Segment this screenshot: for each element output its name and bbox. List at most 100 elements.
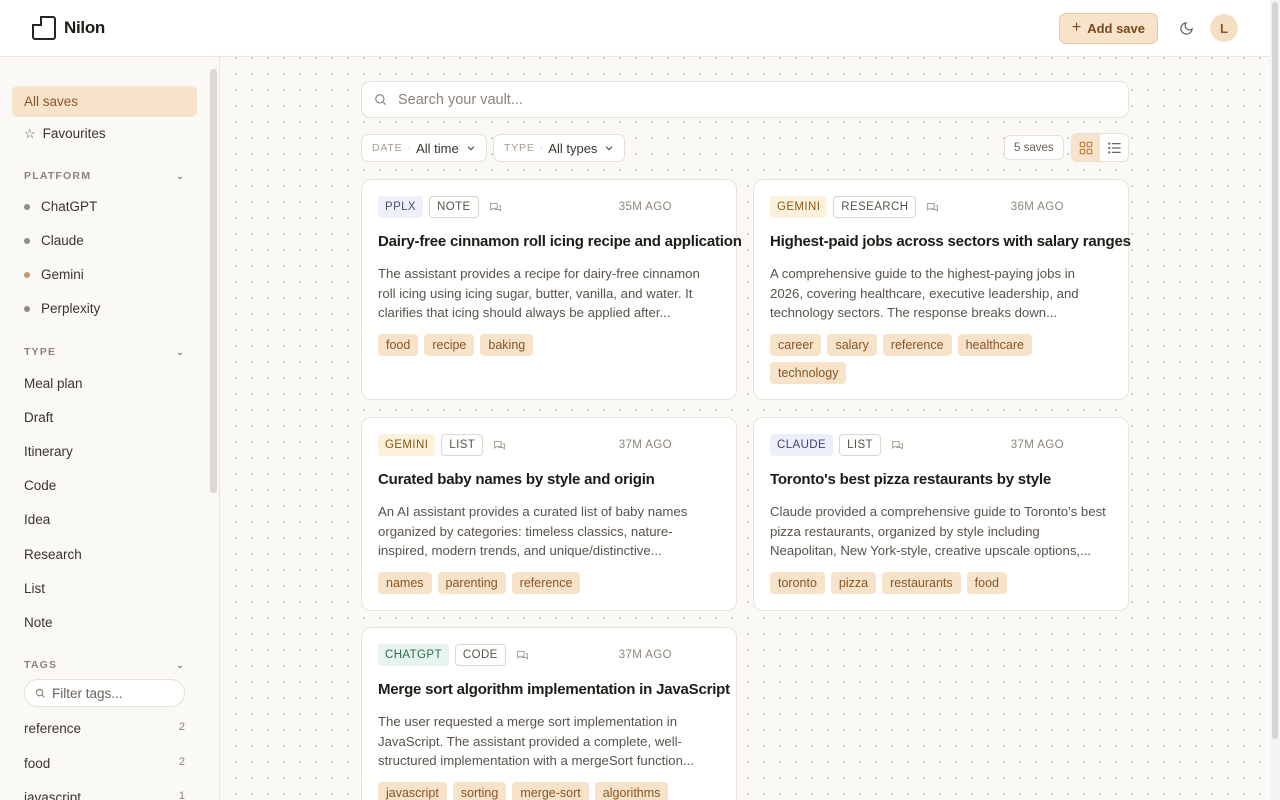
chevron-down-icon: ⌄ [176,170,185,181]
chat-icon [891,438,905,452]
platform-badge: CHATGPT [378,644,449,666]
tag-chip[interactable]: pizza [830,572,877,594]
sidebar-tag-food[interactable]: food 2 [24,756,185,771]
tag-chip[interactable]: toronto [770,572,825,594]
search-input[interactable] [398,91,1098,108]
platform-dot [24,237,30,244]
card-title: Curated baby names by style and origin [378,471,655,488]
plus-icon: + [1071,19,1082,36]
search-bar [361,81,1129,118]
add-save-label: Add save [1087,20,1145,36]
tag-chip[interactable]: reference [511,572,581,594]
tag-chip[interactable]: algorithms [594,782,669,800]
search-icon [35,688,45,698]
card-description: Claude provided a comprehensive guide to… [770,504,1106,558]
tag-count: 2 [178,756,185,768]
page-scrollbar[interactable] [1270,0,1280,800]
chevron-down-icon [606,146,613,151]
tag-label: food [24,756,51,771]
tag-chip[interactable]: technology [770,362,847,384]
main-content: DATE · All time TYPE · All types 5 saves… [221,57,1270,800]
save-card[interactable]: GEMINI LIST 37M AGO Curated baby names b… [361,417,737,611]
star-icon: ☆ [24,125,36,141]
card-title: Merge sort algorithm implementation in J… [378,681,730,698]
sidebar-item-claude[interactable]: Claude [24,233,84,248]
avatar[interactable]: L [1210,14,1238,42]
timestamp: 36M AGO [1010,201,1064,213]
platform-heading: PLATFORM [24,170,92,182]
type-filter-dropdown[interactable]: TYPE · All types [493,134,626,162]
grid-view-button[interactable] [1072,134,1100,161]
type-badge: LIST [839,434,881,456]
sidebar-item-itinerary[interactable]: Itinerary [24,444,73,459]
save-card[interactable]: PPLX NOTE 35M AGO Dairy-free cinnamon ro… [361,179,742,400]
tag-count: 2 [178,721,185,733]
save-card[interactable]: CHATGPT CODE 37M AGO Merge sort algorith… [361,627,737,800]
sidebar-scrollbar[interactable] [210,69,217,493]
sidebar-item-chatgpt[interactable]: ChatGPT [24,199,97,214]
platform-section-header[interactable]: PLATFORM ⌄ [24,169,185,183]
sidebar-item-research[interactable]: Research [24,547,82,562]
tag-chip[interactable]: food [378,334,419,356]
sidebar-item-code[interactable]: Code [24,478,56,493]
add-save-button[interactable]: + Add save [1058,12,1158,44]
save-card[interactable]: GEMINI RESEARCH 36M AGO Highest-paid job… [753,179,1131,400]
tag-chip[interactable]: merge-sort [512,782,589,800]
sidebar-item-note[interactable]: Note [24,615,53,630]
date-filter-dropdown[interactable]: DATE · All time [361,134,487,162]
sidebar-item-meal-plan[interactable]: Meal plan [24,376,83,391]
platform-badge: PPLX [378,196,424,218]
tag-chip[interactable]: javascript [378,782,447,800]
card-title: Toronto's best pizza restaurants by styl… [770,471,1051,488]
sidebar-item-idea[interactable]: Idea [24,512,50,527]
tag-label: javascript [24,790,82,800]
tag-chip[interactable]: career [770,334,822,356]
list-view-button[interactable] [1100,134,1128,161]
page-scrollbar-thumb[interactable] [1272,2,1278,739]
timestamp: 37M AGO [1010,439,1064,451]
tag-chip[interactable]: food [966,572,1007,594]
tag-chip[interactable]: restaurants [882,572,961,594]
tag-chip[interactable]: baking [480,334,534,356]
tags-section-header[interactable]: TAGS ⌄ [24,658,185,672]
sidebar-tag-javascript[interactable]: javascript 1 [24,790,185,800]
app-logo[interactable]: Nilon [32,16,105,40]
save-card[interactable]: CLAUDE LIST 37M AGO Toronto's best pizza… [753,417,1129,611]
tag-count: 1 [178,790,185,800]
tag-chip[interactable]: names [378,572,432,594]
saves-count-badge: 5 saves [1004,135,1064,160]
sidebar-item-perplexity[interactable]: Perplexity [24,301,100,316]
sidebar-item-draft[interactable]: Draft [24,410,53,425]
tag-chip[interactable]: recipe [424,334,475,356]
filter-separator: · [407,142,412,154]
card-title: Dairy-free cinnamon roll icing recipe an… [378,233,742,250]
tag-label: reference [24,721,82,736]
tag-chip[interactable]: parenting [437,572,506,594]
sidebar-item-all-saves[interactable]: All saves [12,86,197,117]
tag-chip[interactable]: salary [827,334,877,356]
platform-dot [24,271,30,278]
type-heading: TYPE [24,346,57,358]
tag-chip[interactable]: reference [882,334,952,356]
moon-icon[interactable] [1178,20,1194,36]
sidebar-item-label: Favourites [42,126,106,141]
sidebar-tag-reference[interactable]: reference 2 [24,721,185,736]
tag-chip[interactable]: sorting [452,782,507,800]
chat-icon [493,438,507,452]
type-section-header[interactable]: TYPE ⌄ [24,345,185,359]
tag-chip[interactable]: healthcare [957,334,1032,356]
sidebar-item-gemini[interactable]: Gemini [24,267,84,282]
tag-filter-box [24,679,185,707]
sidebar-item-list[interactable]: List [24,581,45,596]
type-badge: CODE [454,644,506,666]
card-description: The user requested a merge sort implemen… [378,714,694,768]
timestamp: 35M AGO [618,201,672,213]
tag-filter-input[interactable] [52,685,172,701]
sidebar-item-label: All saves [24,94,79,109]
grid-icon [1079,141,1093,154]
chat-icon [926,200,940,214]
platform-label: ChatGPT [41,199,98,214]
timestamp: 37M AGO [618,649,672,661]
sidebar-item-favourites[interactable]: ☆ Favourites [12,118,197,149]
type-filter-label: TYPE [504,142,535,154]
